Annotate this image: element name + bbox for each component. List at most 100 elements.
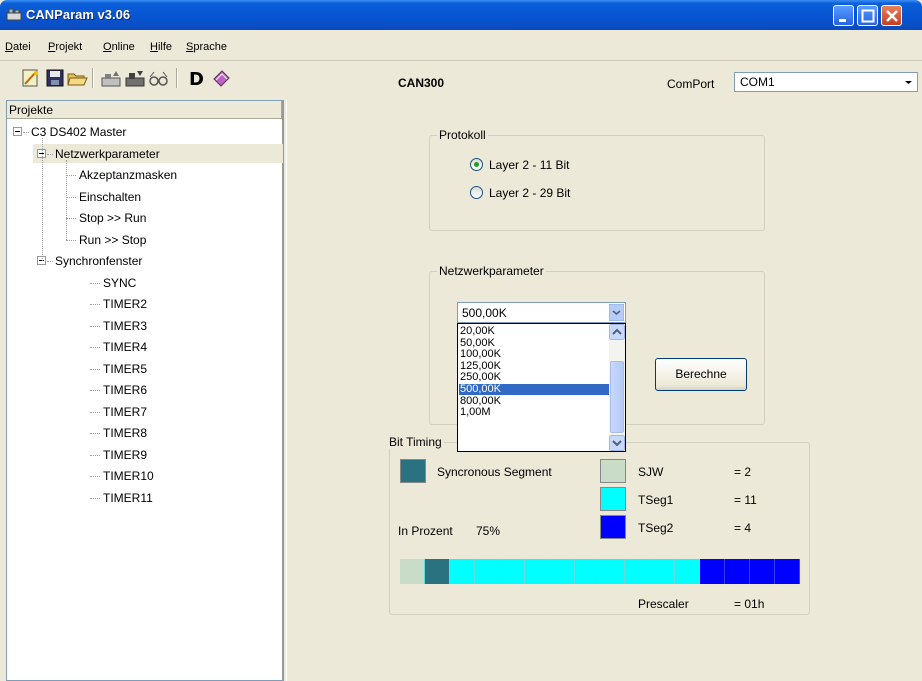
minimize-button[interactable]	[833, 5, 854, 26]
bit-cell-tseg1	[600, 559, 625, 584]
sync-segment-swatch	[400, 459, 426, 483]
tree-item-label[interactable]: Synchronfenster	[55, 254, 142, 268]
bit-cell-tseg1	[475, 559, 500, 584]
close-button[interactable]	[881, 5, 902, 26]
tree-item-label[interactable]: C3 DS402 Master	[31, 125, 126, 139]
radio-layer2-29bit-label: Layer 2 - 29 Bit	[489, 186, 571, 200]
view-icon[interactable]	[148, 67, 170, 89]
bit-cell-tseg1	[625, 559, 650, 584]
tree-connector	[90, 390, 100, 391]
device-name: CAN300	[398, 76, 445, 90]
tree-connector	[66, 175, 76, 176]
tree-connector	[90, 476, 100, 477]
tseg1-swatch	[600, 487, 626, 511]
bitrate-select[interactable]: 500,00K	[457, 302, 626, 323]
scroll-up-icon[interactable]	[609, 324, 625, 340]
comport-select[interactable]: COM1	[734, 72, 918, 92]
netzwerkparameter-title: Netzwerkparameter	[437, 264, 546, 278]
menu-projekt[interactable]: Projekt	[48, 41, 82, 53]
tree-connector	[66, 159, 67, 240]
menu-hilfe-label: ilfe	[157, 41, 173, 53]
bit-cell-sjw	[400, 559, 425, 584]
upload-icon[interactable]	[100, 67, 122, 89]
bitrate-option[interactable]: 20,00K	[459, 326, 609, 337]
bitrate-option[interactable]: 500,00K	[459, 384, 609, 395]
can-app-icon	[6, 8, 22, 21]
bitrate-option[interactable]: 100,00K	[459, 349, 609, 360]
comport-label: ComPort	[667, 77, 715, 91]
book-icon[interactable]	[210, 67, 232, 89]
bitrate-option[interactable]: 125,00K	[459, 360, 609, 372]
bitrate-option[interactable]: 1,00M	[459, 407, 609, 418]
bitrate-option[interactable]: 800,00K	[459, 395, 609, 407]
percent-value: 75%	[476, 524, 501, 538]
dropdown-scrollbar[interactable]	[609, 324, 625, 451]
tree-connector	[47, 153, 53, 155]
sjw-label: SJW	[638, 465, 664, 479]
tree-item-label[interactable]: Run >> Stop	[79, 233, 146, 247]
scroll-thumb[interactable]	[610, 361, 624, 433]
menu-sprache[interactable]: Sprache	[186, 41, 227, 53]
menu-datei[interactable]: Datei	[5, 41, 31, 53]
tree-item-label[interactable]: Netzwerkparameter	[55, 147, 160, 161]
chevron-down-icon[interactable]	[609, 304, 624, 321]
tree-item-label[interactable]: Akzeptanzmasken	[79, 168, 177, 182]
radio-layer2-11bit[interactable]	[470, 158, 483, 171]
bit-cell-tseg1	[525, 559, 550, 584]
tree-item-label[interactable]: TIMER8	[103, 426, 147, 440]
berechne-button[interactable]: Berechne	[655, 358, 747, 391]
menu-online[interactable]: Online	[103, 41, 135, 53]
tree-item-label[interactable]: TIMER6	[103, 383, 147, 397]
chevron-down-icon[interactable]	[900, 73, 917, 91]
bit-cell-tseg2	[700, 559, 725, 584]
tree-item-label[interactable]: TIMER4	[103, 340, 147, 354]
minimize-icon	[839, 19, 846, 22]
bitrate-option[interactable]: 250,00K	[459, 372, 609, 383]
menu-online-accel: O	[103, 41, 112, 53]
scroll-down-icon[interactable]	[609, 435, 625, 451]
bitrate-option[interactable]: 50,00K	[459, 337, 609, 349]
menu-online-label: nline	[111, 41, 135, 53]
tree-item-label[interactable]: TIMER3	[103, 319, 147, 333]
menu-bar: Datei Projekt Online Hilfe Sprache	[0, 30, 922, 61]
close-icon	[886, 10, 898, 22]
comport-value: COM1	[740, 75, 775, 89]
open-icon[interactable]	[66, 67, 88, 89]
tseg1-value: = 11	[734, 493, 757, 507]
maximize-icon	[861, 9, 875, 23]
tree-item-label[interactable]: TIMER5	[103, 362, 147, 376]
tree-collapse-icon[interactable]	[13, 127, 22, 136]
tree-item-label[interactable]: TIMER11	[103, 491, 153, 505]
radio-layer2-29bit[interactable]	[470, 186, 483, 199]
tree-header[interactable]: Projekte	[7, 101, 282, 119]
d-icon[interactable]: D	[186, 67, 208, 89]
project-tree[interactable]: Projekte C3 DS402 Master Netzwerkparamete…	[6, 100, 284, 681]
tree-connector	[90, 325, 100, 327]
bitrate-dropdown-list[interactable]: 20,00K 50,00K 100,00K 125,00K 250,00K 500,00K…	[457, 323, 626, 452]
tseg2-label: TSeg2	[638, 521, 674, 535]
menu-hilfe[interactable]: Hilfe	[150, 41, 172, 53]
bit-cell-tseg1	[450, 559, 475, 584]
svg-text:D: D	[189, 69, 204, 89]
maximize-button[interactable]	[857, 5, 878, 26]
tree-item-label[interactable]: TIMER2	[103, 297, 147, 311]
bit-cell-tseg2	[775, 559, 800, 584]
tree-item-label[interactable]: TIMER7	[103, 405, 147, 419]
save-icon[interactable]	[44, 67, 66, 89]
tree-item-label[interactable]: TIMER9	[103, 448, 147, 462]
toolbar-separator	[92, 68, 94, 88]
tree-connector	[66, 239, 76, 241]
menu-projekt-label: rojekt	[55, 41, 83, 53]
tree-item-label[interactable]: Einschalten	[79, 190, 141, 204]
tree-item-label[interactable]: Stop >> Run	[79, 211, 146, 225]
menu-datei-accel: D	[5, 41, 13, 53]
tree-item-label[interactable]: SYNC	[103, 276, 136, 290]
prescaler-label: Prescaler	[638, 597, 689, 611]
tree-item-label[interactable]: TIMER10	[103, 469, 154, 483]
bit-cell-tseg2	[725, 559, 750, 584]
tree-connector	[90, 368, 100, 370]
tree-connector	[90, 433, 100, 434]
download-icon[interactable]	[124, 67, 146, 89]
new-icon[interactable]	[20, 67, 42, 89]
title-bar[interactable]: CANParam v3.06	[0, 0, 922, 30]
